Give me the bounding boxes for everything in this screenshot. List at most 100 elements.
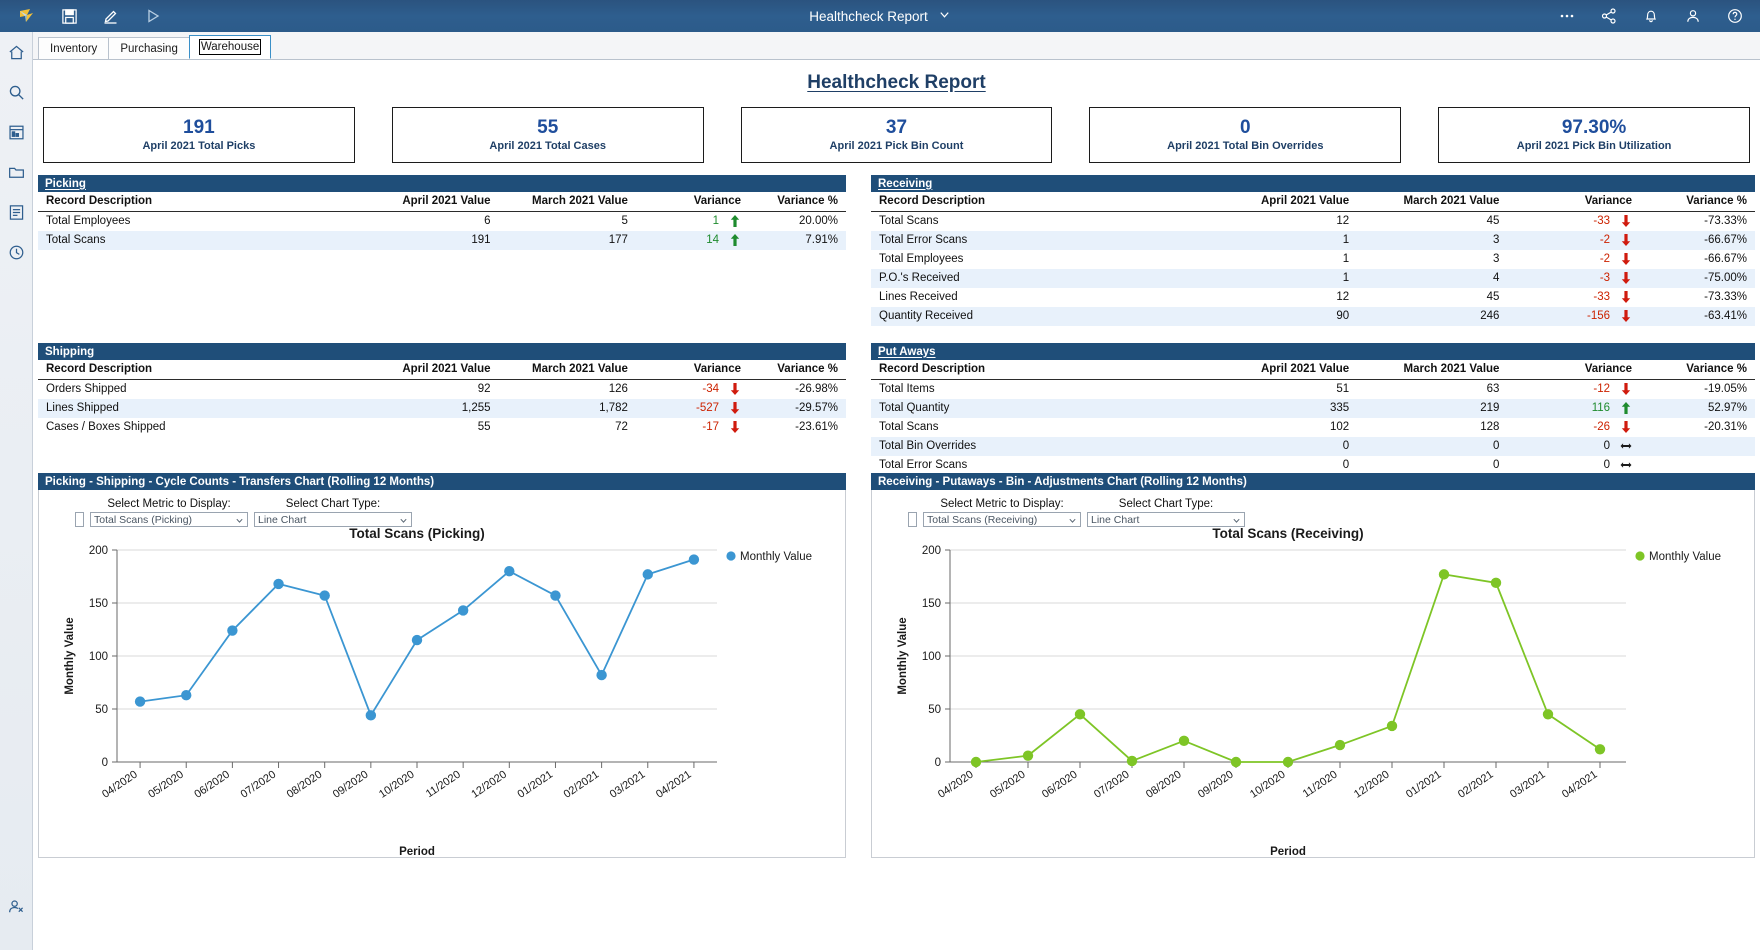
- table-row[interactable]: Lines Received1245-33-73.33%: [871, 288, 1755, 307]
- data-point[interactable]: 10/2020: 0: [1283, 757, 1293, 767]
- data-point[interactable]: 06/2020: 45: [1075, 709, 1085, 719]
- document-icon[interactable]: [0, 192, 33, 232]
- more-options-icon[interactable]: [1546, 0, 1588, 32]
- x-axis-tick-label: 06/2020: [192, 769, 232, 801]
- data-point[interactable]: 04/2021: 12: [1595, 744, 1605, 754]
- folder-icon[interactable]: [0, 152, 33, 192]
- home-icon[interactable]: [0, 32, 33, 72]
- table-row[interactable]: Total Items5163-12-19.05%: [871, 380, 1755, 399]
- chevron-down-icon[interactable]: [938, 8, 951, 24]
- legend-label: Monthly Value: [1649, 551, 1721, 563]
- data-point[interactable]: 11/2020: 143: [458, 605, 468, 615]
- notifications-icon[interactable]: [1630, 0, 1672, 32]
- kpi-card: 55April 2021 Total Cases: [392, 107, 704, 163]
- variance-cell: -2: [1507, 231, 1640, 250]
- table-row[interactable]: Total Error Scans000: [871, 456, 1755, 475]
- data-point[interactable]: 01/2021: 177: [1439, 569, 1449, 579]
- column-header[interactable]: March 2021 Value: [1357, 192, 1507, 212]
- column-header[interactable]: Variance: [636, 360, 749, 380]
- column-header[interactable]: April 2021 Value: [1207, 360, 1357, 380]
- column-header[interactable]: Record Description: [38, 192, 361, 212]
- table-row[interactable]: Total Error Scans13-2-66.67%: [871, 231, 1755, 250]
- column-header[interactable]: March 2021 Value: [499, 360, 636, 380]
- data-point[interactable]: 05/2020: 63: [181, 690, 191, 700]
- variance-percent-cell: -29.57%: [749, 399, 846, 418]
- column-header[interactable]: April 2021 Value: [361, 192, 498, 212]
- column-header[interactable]: March 2021 Value: [1357, 360, 1507, 380]
- variance-cell: 116: [1507, 399, 1640, 418]
- x-axis-tick-label: 05/2020: [146, 769, 186, 801]
- column-header[interactable]: March 2021 Value: [499, 192, 636, 212]
- data-point[interactable]: 03/2021: 177: [643, 569, 653, 579]
- data-point[interactable]: 07/2020: 168: [273, 579, 283, 589]
- data-point[interactable]: 10/2020: 115: [412, 635, 422, 645]
- table-row[interactable]: Total Scans191177147.91%: [38, 231, 846, 250]
- column-header[interactable]: Variance %: [749, 360, 846, 380]
- table-row[interactable]: Cases / Boxes Shipped5572-17-23.61%: [38, 418, 846, 437]
- data-point[interactable]: 08/2020: 20: [1179, 736, 1189, 746]
- save-icon[interactable]: [48, 0, 90, 32]
- table-row[interactable]: Total Scans102128-26-20.31%: [871, 418, 1755, 437]
- column-header[interactable]: Record Description: [38, 360, 361, 380]
- record-description-cell: Lines Received: [871, 288, 1207, 307]
- data-point[interactable]: 04/2020: 0: [971, 757, 981, 767]
- data-point[interactable]: 09/2020: 44: [366, 710, 376, 720]
- reports-icon[interactable]: [0, 112, 33, 152]
- table-row[interactable]: Total Bin Overrides000: [871, 437, 1755, 456]
- data-point[interactable]: 03/2021: 45: [1543, 709, 1553, 719]
- y-axis-label: Monthly Value: [64, 617, 76, 694]
- search-icon[interactable]: [0, 72, 33, 112]
- table-row[interactable]: Quantity Received90246-156-63.41%: [871, 307, 1755, 326]
- table-row[interactable]: Lines Shipped1,2551,782-527-29.57%: [38, 399, 846, 418]
- column-header[interactable]: Record Description: [871, 360, 1207, 380]
- recent-icon[interactable]: [0, 232, 33, 272]
- table-row[interactable]: Total Employees13-2-66.67%: [871, 250, 1755, 269]
- column-header[interactable]: Variance: [1507, 192, 1640, 212]
- april-value-cell: 12: [1207, 288, 1357, 307]
- chart-panel-left-header: Picking - Shipping - Cycle Counts - Tran…: [38, 473, 846, 490]
- data-point[interactable]: 09/2020: 0: [1231, 757, 1241, 767]
- table-row[interactable]: P.O.'s Received14-3-75.00%: [871, 269, 1755, 288]
- edit-icon[interactable]: [90, 0, 132, 32]
- data-point[interactable]: 01/2021: 157: [550, 590, 560, 600]
- column-header[interactable]: Record Description: [871, 192, 1207, 212]
- variance-percent-cell: 20.00%: [749, 212, 846, 231]
- data-point[interactable]: 02/2021: 82: [596, 670, 606, 680]
- data-point[interactable]: 12/2020: 34: [1387, 721, 1397, 731]
- data-point[interactable]: 04/2021: 191: [689, 554, 699, 564]
- column-header[interactable]: Variance: [1507, 360, 1640, 380]
- data-point[interactable]: 05/2020: 6: [1023, 750, 1033, 760]
- help-icon[interactable]: [1714, 0, 1756, 32]
- kpi-label: April 2021 Pick Bin Utilization: [1517, 140, 1672, 152]
- tab-warehouse[interactable]: Warehouse: [189, 35, 271, 59]
- table-row[interactable]: Orders Shipped92126-34-26.98%: [38, 380, 846, 399]
- table-row[interactable]: Total Quantity33521911652.97%: [871, 399, 1755, 418]
- column-header[interactable]: April 2021 Value: [1207, 192, 1357, 212]
- tab-inventory[interactable]: Inventory: [38, 37, 109, 59]
- run-icon[interactable]: [132, 0, 174, 32]
- x-axis-tick-label: 04/2020: [936, 769, 976, 801]
- column-header[interactable]: April 2021 Value: [361, 360, 498, 380]
- march-value-cell: 63: [1357, 380, 1507, 399]
- data-point[interactable]: 04/2020: 57: [135, 696, 145, 706]
- data-point[interactable]: 12/2020: 180: [504, 566, 514, 576]
- data-point[interactable]: 07/2020: 1: [1127, 756, 1137, 766]
- kpi-value: 97.30%: [1562, 118, 1626, 138]
- tab-purchasing[interactable]: Purchasing: [108, 37, 190, 59]
- data-point[interactable]: 11/2020: 16: [1335, 740, 1345, 750]
- data-point[interactable]: 02/2021: 169: [1491, 578, 1501, 588]
- data-point[interactable]: 06/2020: 124: [227, 625, 237, 635]
- column-header[interactable]: Variance %: [1640, 360, 1755, 380]
- user-account-icon[interactable]: [1672, 0, 1714, 32]
- column-header[interactable]: Variance %: [1640, 192, 1755, 212]
- table-row[interactable]: Total Employees65120.00%: [38, 212, 846, 231]
- kpi-value: 0: [1240, 118, 1251, 138]
- data-point[interactable]: 08/2020: 157: [319, 590, 329, 600]
- arrow-down-icon: [1620, 234, 1632, 247]
- table-row[interactable]: Total Scans1245-33-73.33%: [871, 212, 1755, 231]
- column-header[interactable]: Variance %: [749, 192, 846, 212]
- user-settings-icon[interactable]: [0, 886, 33, 926]
- column-header[interactable]: Variance: [636, 192, 749, 212]
- share-icon[interactable]: [1588, 0, 1630, 32]
- variance-cell: -3: [1507, 269, 1640, 288]
